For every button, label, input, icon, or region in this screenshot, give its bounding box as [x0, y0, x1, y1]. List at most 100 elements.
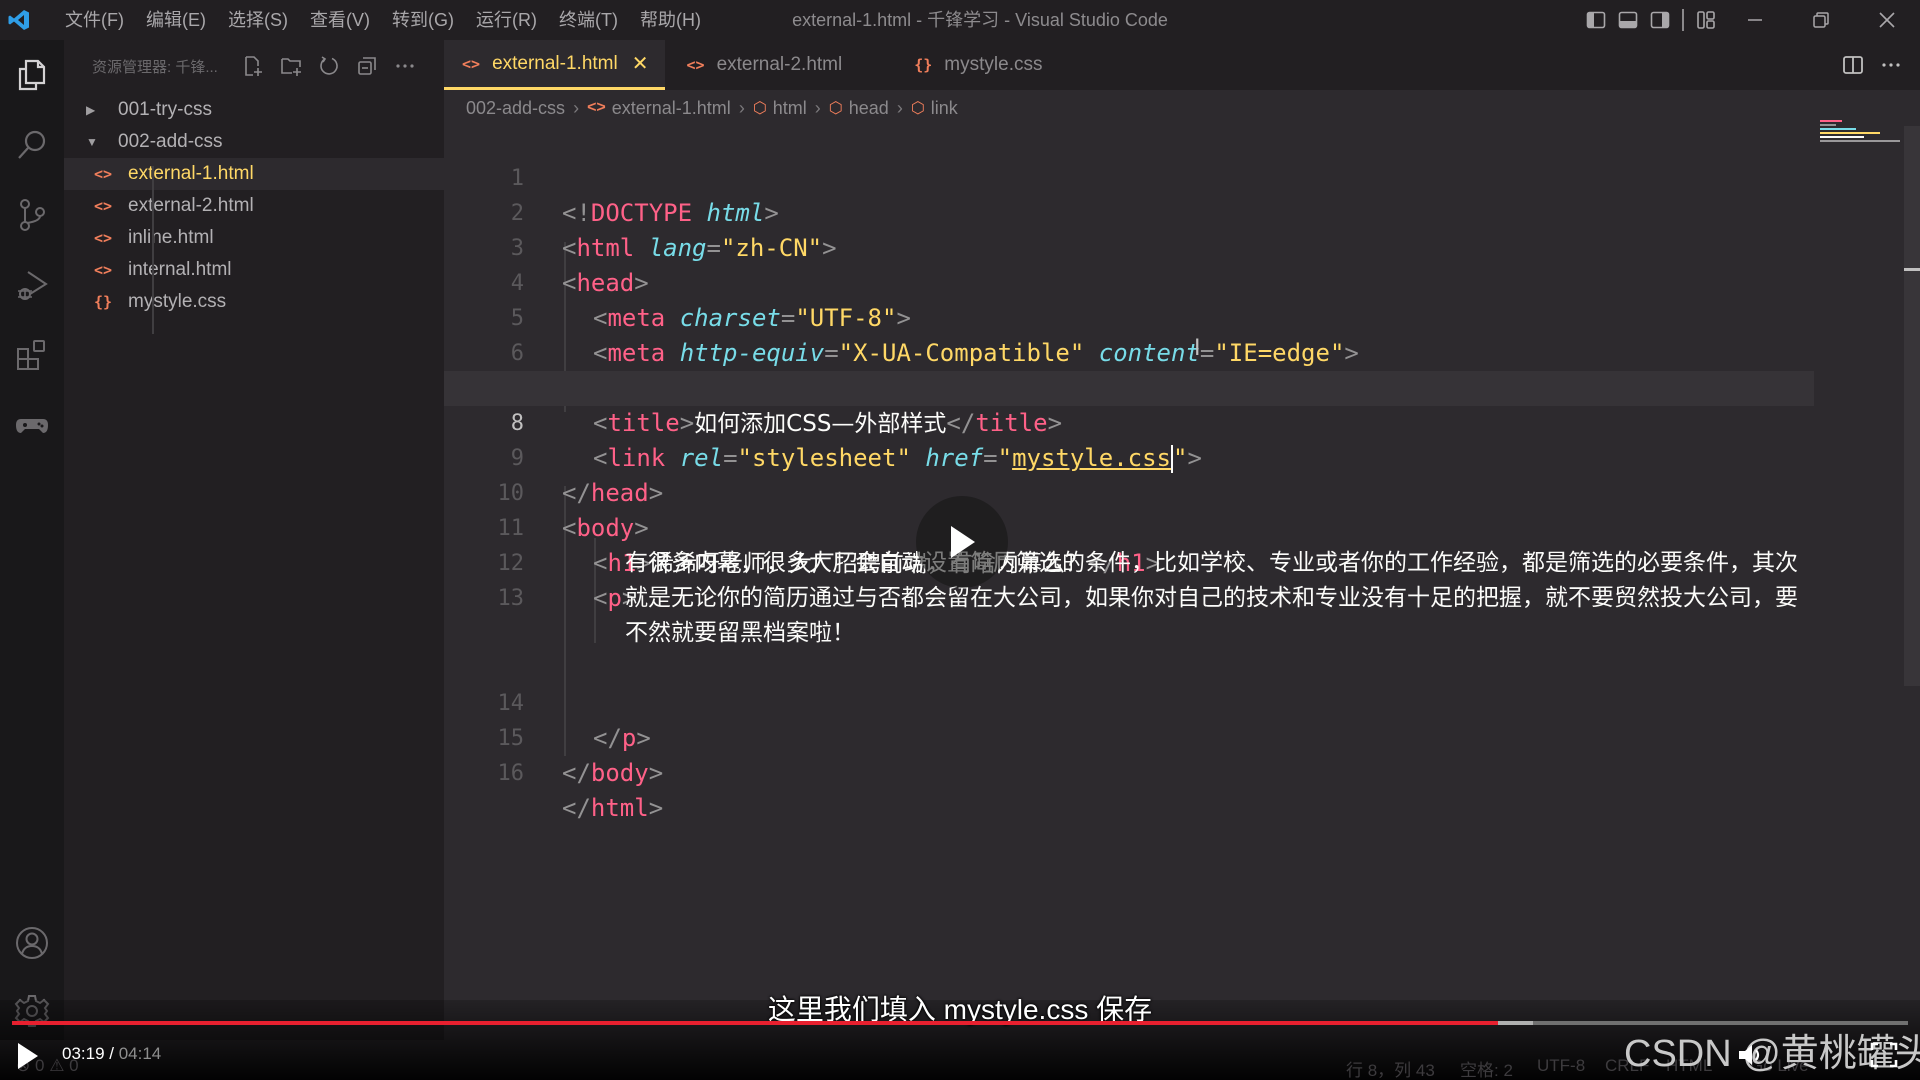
- menu-view[interactable]: 查看(V): [299, 0, 381, 40]
- html-file-icon: <>: [94, 165, 113, 183]
- cursor-position[interactable]: 行 8，列 43: [1346, 1056, 1435, 1080]
- editor-actions: [1834, 40, 1910, 90]
- explorer-more-button[interactable]: [386, 51, 424, 81]
- toggle-panel-button[interactable]: [1612, 0, 1644, 40]
- encoding[interactable]: UTF-8: [1537, 1056, 1585, 1076]
- folder-002-add-css[interactable]: ▼ 002-add-css: [64, 126, 444, 158]
- restore-button[interactable]: [1788, 0, 1854, 40]
- explorer-button[interactable]: [0, 40, 64, 110]
- search-button[interactable]: [0, 110, 64, 180]
- accounts-button[interactable]: [0, 908, 64, 978]
- menu-selection[interactable]: 选择(S): [217, 0, 299, 40]
- fullscreen-button[interactable]: [1870, 1040, 1898, 1070]
- indentation[interactable]: 空格: 2: [1460, 1056, 1513, 1080]
- divider: [1682, 9, 1684, 31]
- extensions-icon: [17, 340, 45, 370]
- file-external-1-html[interactable]: <> external-1.html: [64, 158, 444, 190]
- code-line-9: 9 </head>: [444, 406, 1814, 507]
- line-number: 16: [497, 761, 525, 786]
- code-line-12: 12 <p>: [444, 511, 1814, 612]
- code-line-8-current: 8 <link rel="stylesheet" href="mystyle.c…: [444, 371, 1814, 473]
- files-icon: [18, 59, 46, 91]
- menu-edit[interactable]: 编辑(E): [135, 0, 217, 40]
- tab-external-1-html[interactable]: <> external-1.html ✕: [444, 40, 665, 90]
- customize-layout-button[interactable]: [1690, 0, 1722, 40]
- new-folder-icon: [281, 58, 301, 76]
- menu-help[interactable]: 帮助(H): [629, 0, 712, 40]
- new-file-button[interactable]: [234, 51, 272, 81]
- tab-label: external-2.html: [716, 54, 843, 75]
- volume-button[interactable]: [1736, 1040, 1766, 1070]
- tree-indent-guide: [152, 166, 154, 334]
- toggle-secondary-sidebar-button[interactable]: [1644, 0, 1676, 40]
- scrollbar-cursor-marker: [1904, 268, 1920, 271]
- explorer-sidebar: 资源管理器: 千锋... ▶ 001-try-css ▼ 002-add-css…: [64, 40, 444, 1040]
- menu-go[interactable]: 转到(G): [381, 0, 465, 40]
- video-play-button[interactable]: [16, 1042, 40, 1070]
- css-file-icon: {}: [94, 293, 113, 311]
- new-folder-button[interactable]: [272, 51, 310, 81]
- mouse-ibeam-icon: I: [1194, 336, 1201, 361]
- symbol-element-icon: ⬡: [752, 100, 767, 117]
- vscode-logo-icon: [0, 0, 38, 40]
- layout-sidebar-right-icon: [1650, 11, 1670, 29]
- close-window-button[interactable]: [1854, 0, 1920, 40]
- video-center-play-button[interactable]: [916, 496, 1008, 588]
- file-external-2-html[interactable]: <> external-2.html: [64, 190, 444, 222]
- editor-tabs: <> external-1.html ✕ <> external-2.html …: [444, 40, 1920, 90]
- file-label: internal.html: [128, 259, 232, 280]
- menu-file[interactable]: 文件(F): [54, 0, 135, 40]
- refresh-explorer-button[interactable]: [310, 51, 348, 81]
- restore-icon: [1813, 12, 1829, 28]
- code-line-11: 11 <h1>浠浠呀老师，大厂招聘前端，有啥内幕么？</h1>: [444, 476, 1814, 577]
- file-tree: ▶ 001-try-css ▼ 002-add-css <> external-…: [64, 94, 444, 318]
- run-debug-button[interactable]: [0, 250, 64, 320]
- folder-001-try-css[interactable]: ▶ 001-try-css: [64, 94, 444, 126]
- source-control-icon: [20, 199, 45, 231]
- code-editor[interactable]: 1 <!DOCTYPE html> 2 <html lang="zh-CN"> …: [444, 126, 1920, 1000]
- file-mystyle-css[interactable]: {} mystyle.css: [64, 286, 444, 318]
- minimap[interactable]: [1820, 120, 1900, 160]
- editor-more-button[interactable]: [1872, 40, 1910, 90]
- collapse-folders-button[interactable]: [348, 51, 386, 81]
- code-line-15: 15 </body>: [444, 686, 1814, 787]
- more-icon: [396, 64, 414, 68]
- menu-bar: 文件(F) 编辑(E) 选择(S) 查看(V) 转到(G) 运行(R) 终端(T…: [54, 0, 712, 40]
- file-inline-html[interactable]: <> inline.html: [64, 222, 444, 254]
- code-line-7: 7 <title>如何添加CSS—外部样式</title>: [444, 336, 1814, 437]
- breadcrumb-html[interactable]: html: [773, 98, 807, 119]
- minimap-line: [1820, 132, 1880, 134]
- close-tab-icon[interactable]: ✕: [632, 51, 649, 76]
- menu-terminal[interactable]: 终端(T): [548, 0, 629, 40]
- minimize-button[interactable]: [1722, 0, 1788, 40]
- breadcrumb-file[interactable]: external-1.html: [612, 98, 731, 119]
- code-line-14: 14 </p>: [444, 651, 1814, 752]
- file-label: external-2.html: [128, 195, 254, 216]
- tab-mystyle-css[interactable]: {} mystyle.css: [896, 40, 1058, 90]
- layout-sidebar-left-icon: [1586, 11, 1606, 29]
- remote-game-button[interactable]: [0, 390, 64, 460]
- source-control-button[interactable]: [0, 180, 64, 250]
- file-internal-html[interactable]: <> internal.html: [64, 254, 444, 286]
- vertical-scrollbar[interactable]: [1904, 126, 1920, 686]
- breadcrumb: 002-add-css › <> external-1.html › ⬡ htm…: [444, 90, 1920, 126]
- extensions-button[interactable]: [0, 320, 64, 390]
- account-icon: [16, 927, 48, 959]
- breadcrumb-folder[interactable]: 002-add-css: [466, 98, 565, 119]
- symbol-element-icon: ⬡: [828, 100, 843, 117]
- tab-external-2-html[interactable]: <> external-2.html: [665, 40, 897, 90]
- new-file-icon: [245, 56, 262, 76]
- minimap-line: [1820, 128, 1856, 130]
- run-debug-icon: [18, 271, 48, 300]
- breadcrumb-link[interactable]: link: [931, 98, 958, 119]
- html-file-icon: <>: [94, 261, 113, 279]
- breadcrumb-head[interactable]: head: [849, 98, 889, 119]
- toggle-primary-sidebar-button[interactable]: [1580, 0, 1612, 40]
- menu-run[interactable]: 运行(R): [465, 0, 548, 40]
- chevron-right-icon: ›: [896, 97, 903, 118]
- split-editor-button[interactable]: [1834, 40, 1872, 90]
- html-file-icon: <>: [686, 56, 705, 74]
- more-icon: [1882, 63, 1900, 67]
- code-line-3: 3 <head>: [444, 196, 1814, 297]
- code-line-4: 4 <meta charset="UTF-8">: [444, 231, 1814, 332]
